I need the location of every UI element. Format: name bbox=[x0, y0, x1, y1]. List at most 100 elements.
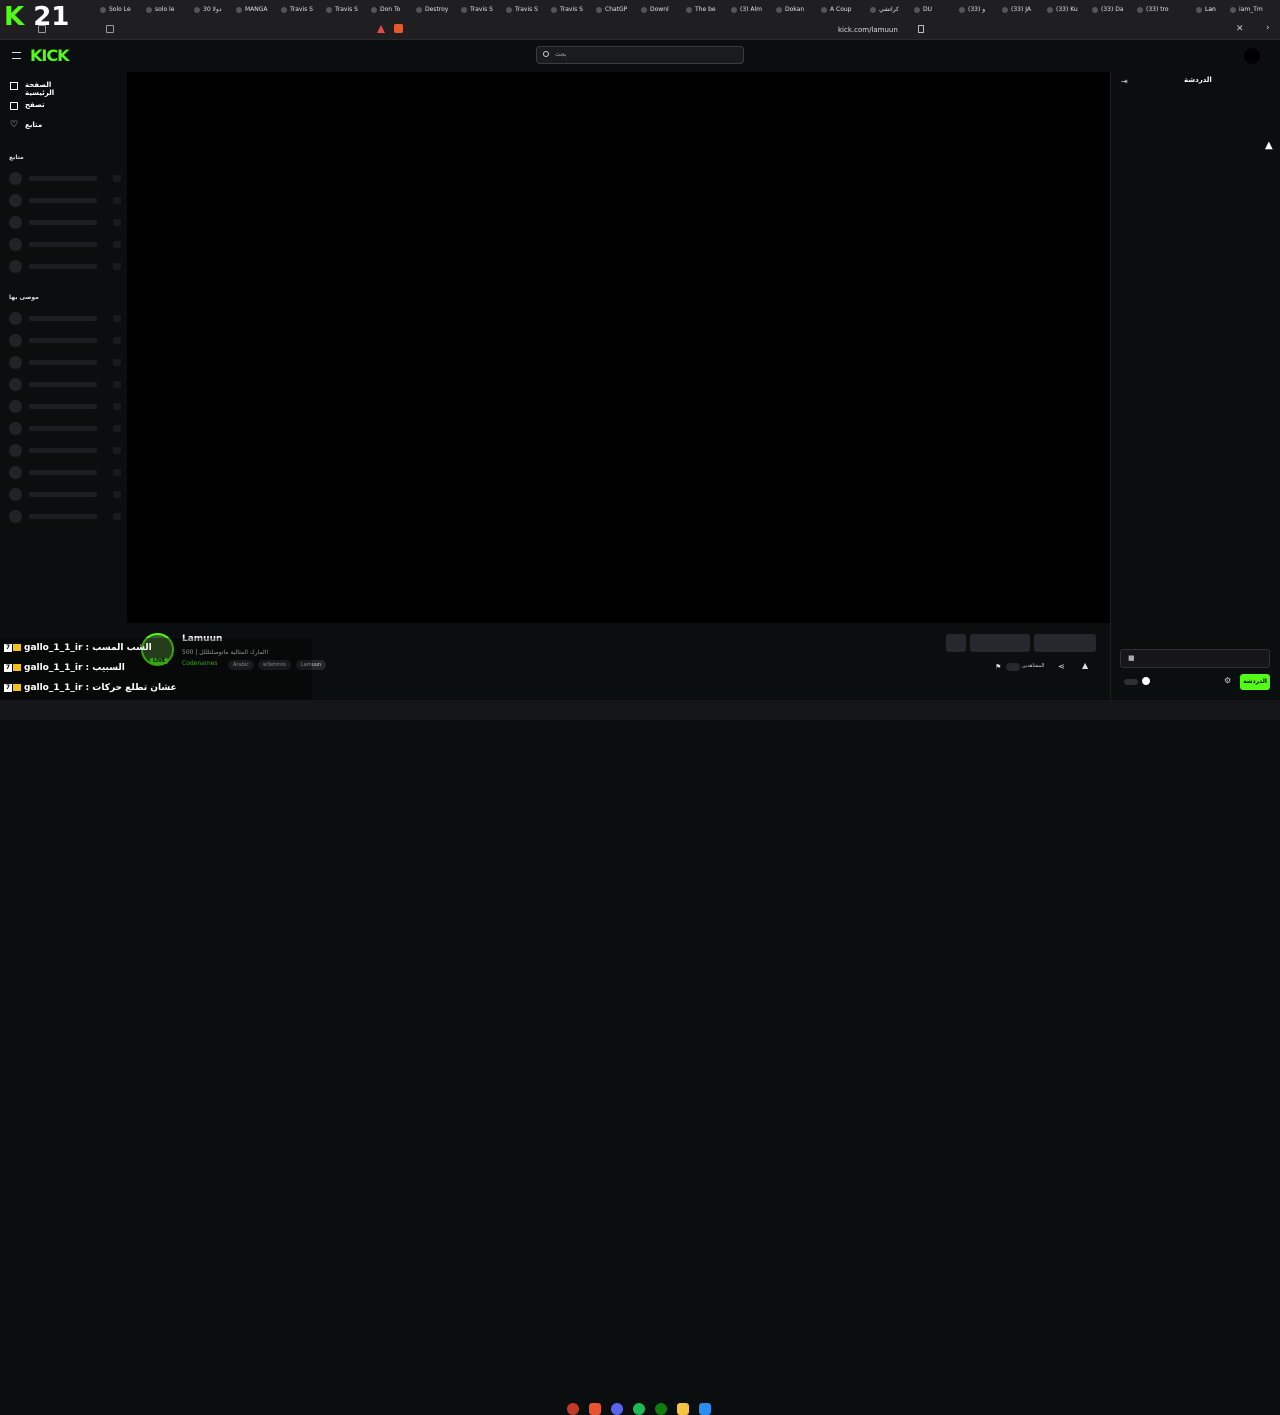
browser-tab[interactable]: The be bbox=[686, 3, 730, 17]
browser-tab[interactable]: ChatGP bbox=[596, 3, 640, 17]
site-header: KICK بحث bbox=[0, 40, 1280, 72]
tab-label: Destroy bbox=[425, 6, 449, 13]
xbox-icon[interactable] bbox=[655, 1403, 667, 1415]
points-icon[interactable] bbox=[1124, 679, 1138, 685]
brave-shield-icon[interactable] bbox=[394, 24, 403, 33]
menu-icon[interactable] bbox=[12, 52, 21, 59]
sub-badge-icon: 7 bbox=[4, 643, 12, 652]
tab-favicon-icon bbox=[1092, 6, 1098, 13]
browser-tab[interactable]: (3) Alm bbox=[731, 3, 775, 17]
browser-tab[interactable]: Travis S bbox=[281, 3, 325, 17]
browser-tab[interactable]: و (33) bbox=[959, 3, 1003, 17]
heart-icon: ♡ bbox=[10, 120, 19, 130]
tab-favicon-icon bbox=[461, 6, 467, 13]
tab-label: Dokan bbox=[785, 6, 805, 13]
emote-icon[interactable] bbox=[1142, 677, 1150, 685]
url-field[interactable]: kick.com/lamuun bbox=[838, 26, 898, 34]
tab-label: Downl bbox=[650, 6, 669, 13]
viewers-label: المشاهدين bbox=[1022, 663, 1045, 669]
tab-favicon-icon bbox=[596, 6, 602, 13]
browser-tab[interactable]: Don To bbox=[371, 3, 415, 17]
browser-tab[interactable]: MANGA bbox=[236, 3, 280, 17]
tab-label: Travis S bbox=[560, 6, 583, 13]
search-input[interactable]: بحث bbox=[536, 46, 744, 64]
overlay-chat-line: 7 gallo_1_1_ir : الشب المسب bbox=[0, 638, 312, 658]
browser-tab[interactable]: (33) Ku bbox=[1047, 3, 1091, 17]
tab-label: ChatGP bbox=[605, 6, 628, 13]
tab-favicon-icon bbox=[959, 6, 965, 13]
close-icon[interactable]: ✕ bbox=[1236, 24, 1244, 34]
browser-tab[interactable]: Travis S bbox=[551, 3, 595, 17]
tab-favicon-icon bbox=[1047, 6, 1053, 13]
browser-tab[interactable]: Destroy bbox=[416, 3, 460, 17]
avatar[interactable] bbox=[1244, 48, 1260, 64]
folder-icon[interactable] bbox=[677, 1403, 689, 1415]
record-icon[interactable] bbox=[567, 1403, 579, 1415]
crown-icon bbox=[13, 664, 21, 671]
browser-tab[interactable]: Travis S bbox=[461, 3, 505, 17]
viewers-count bbox=[1006, 663, 1020, 671]
browser-address-bar: kick.com/lamuun ✕ › bbox=[0, 20, 1280, 40]
sub-badge-icon: 7 bbox=[4, 683, 12, 692]
tab-favicon-icon bbox=[416, 6, 422, 13]
windows-icon[interactable] bbox=[699, 1403, 711, 1415]
tab-label: The be bbox=[695, 6, 716, 13]
tab-label: MANGA bbox=[245, 6, 268, 13]
channel-skeleton-row bbox=[9, 216, 121, 229]
tab-label: (33) tro bbox=[1146, 6, 1169, 13]
channel-skeleton-row bbox=[9, 334, 121, 347]
search-placeholder: بحث bbox=[555, 51, 567, 58]
discord-icon[interactable] bbox=[611, 1403, 623, 1415]
bookmark-icon[interactable] bbox=[918, 25, 924, 33]
sidebar: الصفحة الرئيسية تصفح ♡ متابع متابع موصى … bbox=[0, 72, 127, 640]
browser-tab[interactable]: Travis S bbox=[506, 3, 550, 17]
share-icon[interactable]: ⋖ bbox=[1058, 662, 1065, 671]
cursor-icon: ▲ bbox=[1265, 140, 1273, 151]
browser-tab[interactable]: 30 دولا bbox=[194, 3, 238, 17]
browser-tab[interactable]: Downl bbox=[641, 3, 685, 17]
tab-label: solo le bbox=[155, 6, 175, 13]
browser-tab[interactable]: Solo Le bbox=[100, 3, 144, 17]
tab-favicon-icon bbox=[281, 6, 287, 13]
browser-tab-bar: Solo Le solo le 30 دولا MANGA Travis S Travis… bbox=[0, 0, 1280, 20]
chat-send-button[interactable]: الدردشة bbox=[1240, 674, 1270, 690]
chat-message-input[interactable]: ■ bbox=[1120, 649, 1270, 668]
collapse-chat-icon[interactable]: ⇥ bbox=[1121, 77, 1128, 86]
browser-tab[interactable]: Travis S bbox=[326, 3, 370, 17]
browser-tab[interactable]: Dokan bbox=[776, 3, 820, 17]
tab-favicon-icon bbox=[821, 6, 827, 13]
browser-tab[interactable]: (33) JA bbox=[1002, 3, 1046, 17]
placeholder-button[interactable] bbox=[1034, 634, 1096, 652]
channel-skeleton-row bbox=[9, 422, 121, 435]
flag-icon[interactable]: ⚑ bbox=[995, 663, 1001, 671]
tab-label: (3) Alm bbox=[740, 6, 763, 13]
channel-skeleton-row bbox=[9, 260, 121, 273]
browser-tab[interactable]: (33) tro bbox=[1137, 3, 1181, 17]
brave-rewards-icon[interactable] bbox=[377, 25, 385, 33]
placeholder-button[interactable] bbox=[970, 634, 1030, 652]
chevron-right-icon[interactable]: › bbox=[1266, 23, 1270, 33]
tab-label: (33) Ku bbox=[1056, 6, 1078, 13]
search-icon bbox=[543, 51, 549, 57]
browser-tab[interactable]: كراتشي bbox=[870, 3, 914, 17]
gear-icon[interactable]: ⚙ bbox=[1224, 676, 1231, 685]
tab-label: Solo Le bbox=[109, 6, 131, 13]
tab-favicon-icon bbox=[1137, 6, 1143, 13]
kick-logo[interactable]: KICK bbox=[30, 46, 69, 65]
tab-favicon-icon bbox=[236, 6, 242, 13]
browser-tab[interactable]: iam_Tm bbox=[1230, 3, 1274, 17]
tab-favicon-icon bbox=[146, 6, 152, 13]
browser-tab[interactable]: solo le bbox=[146, 3, 190, 17]
tab-favicon-icon bbox=[776, 6, 782, 13]
warning-icon[interactable]: ▲ bbox=[1082, 661, 1088, 670]
browser-tab[interactable]: DU bbox=[914, 3, 958, 17]
sidebar-toggle-icon[interactable] bbox=[106, 25, 114, 33]
brave-icon[interactable] bbox=[589, 1403, 601, 1415]
placeholder-button[interactable] bbox=[946, 634, 966, 652]
section-following-title: متابع bbox=[9, 154, 24, 161]
browser-tab[interactable]: A Coup bbox=[821, 3, 865, 17]
spotify-icon[interactable] bbox=[633, 1403, 645, 1415]
video-player[interactable] bbox=[127, 72, 1110, 623]
tab-label: A Coup bbox=[830, 6, 852, 13]
browser-tab[interactable]: (33) Da bbox=[1092, 3, 1136, 17]
